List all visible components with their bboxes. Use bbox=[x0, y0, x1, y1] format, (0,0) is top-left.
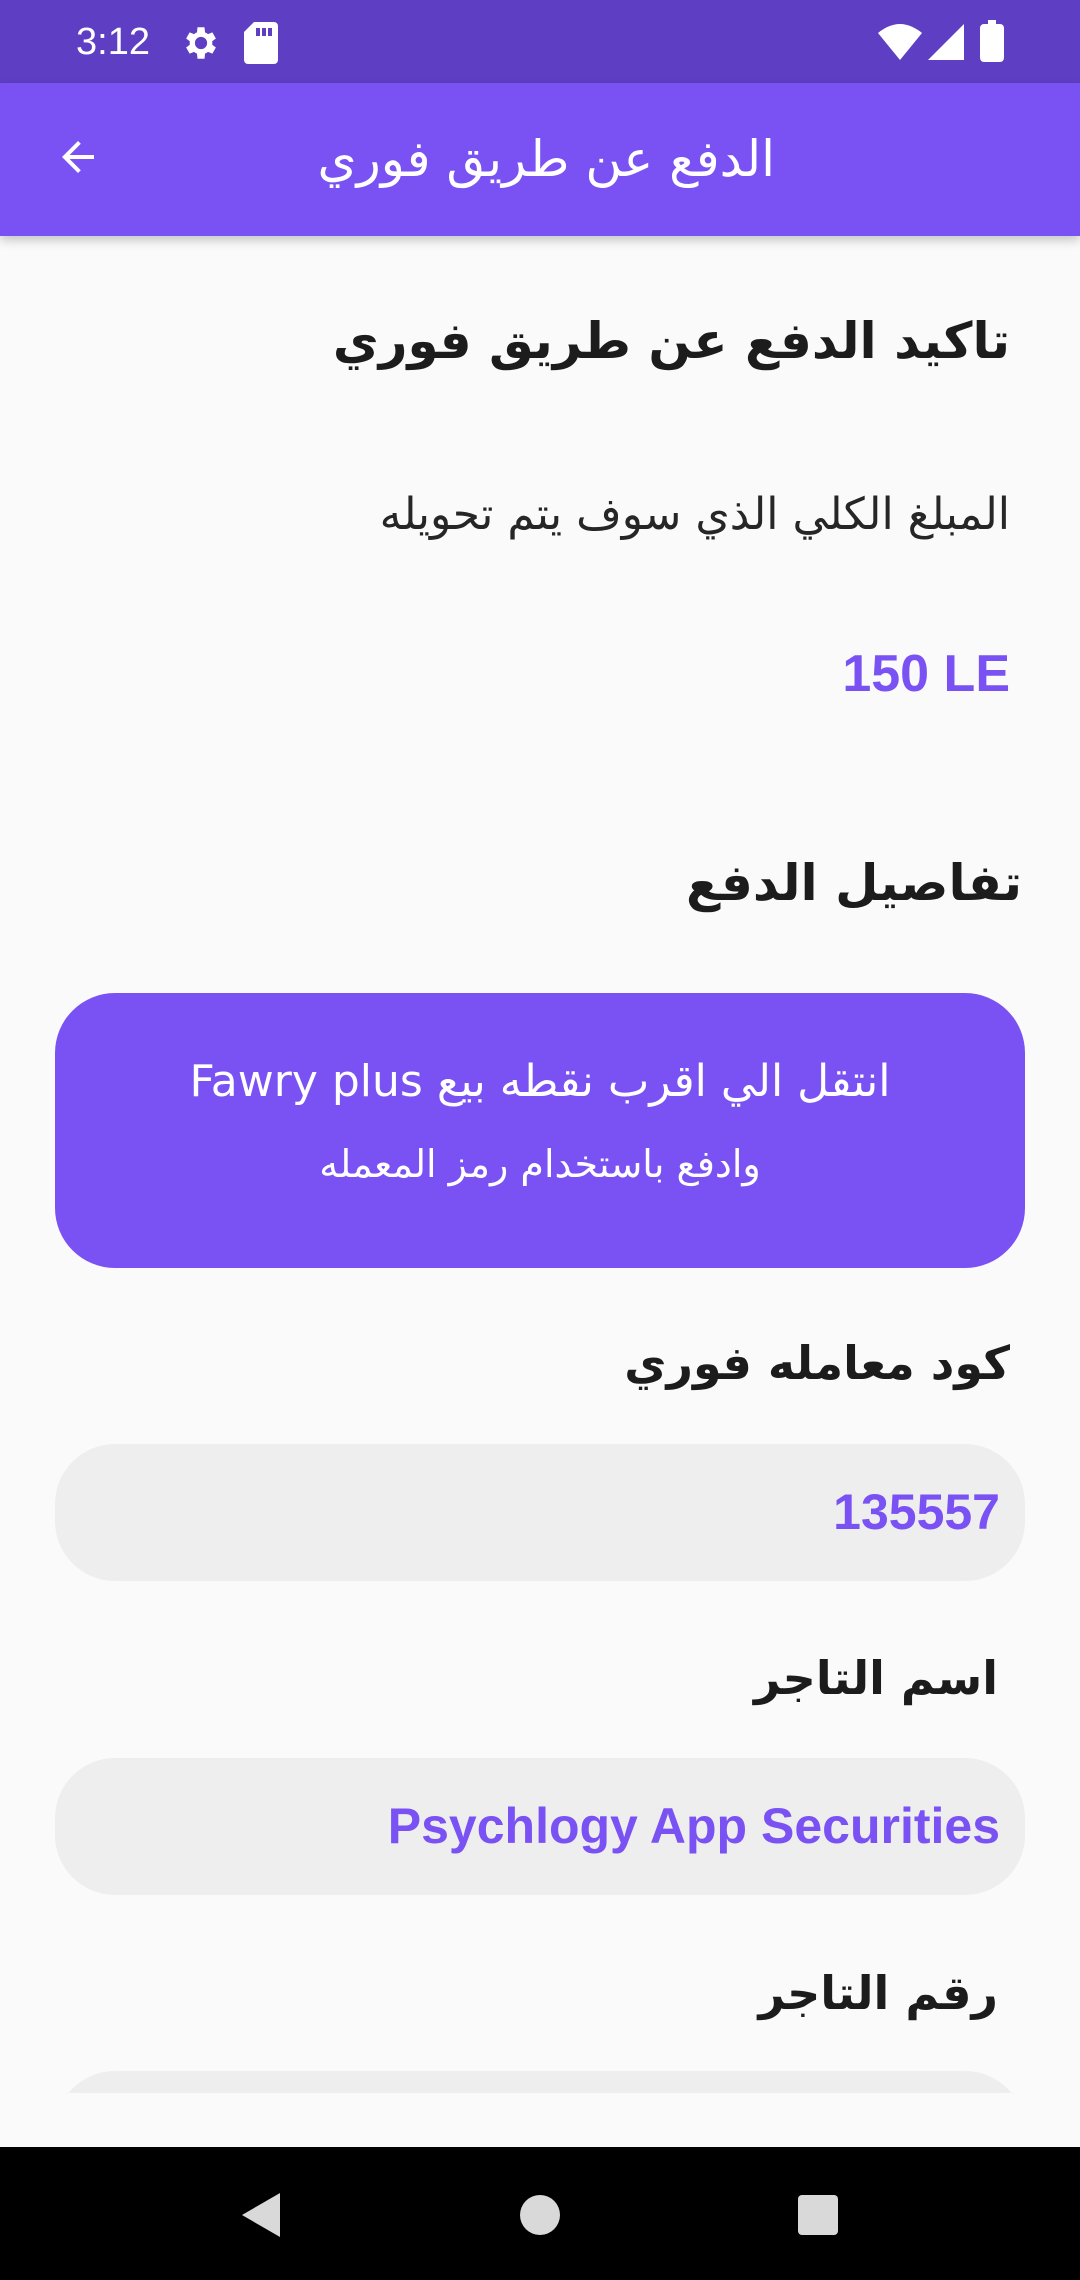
app-bar: الدفع عن طريق فوري bbox=[0, 83, 1080, 236]
transaction-code-value: 135557 bbox=[833, 1484, 1000, 1540]
merchant-number-field[interactable] bbox=[55, 2071, 1025, 2093]
confirmation-title: تاكيد الدفع عن طريق فوري bbox=[332, 312, 1010, 370]
merchant-name-field[interactable]: Psychlogy App Securities bbox=[55, 1758, 1025, 1895]
payment-details-title: تفاصيل الدفع bbox=[686, 854, 1022, 912]
gear-icon bbox=[180, 22, 222, 68]
sd-card-icon bbox=[244, 22, 278, 68]
merchant-number-label: رقم التاجر bbox=[758, 1966, 998, 2020]
signal-icon bbox=[928, 24, 964, 64]
status-time: 3:12 bbox=[76, 21, 150, 63]
merchant-name-label: اسم التاجر bbox=[754, 1651, 998, 1705]
navigation-bar bbox=[0, 2147, 1080, 2280]
back-button[interactable] bbox=[40, 121, 116, 197]
arrow-back-icon bbox=[54, 133, 102, 185]
status-bar: 3:12 bbox=[0, 0, 1080, 83]
instruction-line-1: انتقل الي اقرب نقطه بيع Fawry plus bbox=[189, 1056, 891, 1107]
merchant-name-value: Psychlogy App Securities bbox=[387, 1798, 1000, 1854]
total-amount-label: المبلغ الكلي الذي سوف يتم تحويله bbox=[379, 489, 1010, 540]
transaction-code-label: كود معامله فوري bbox=[624, 1336, 1010, 1390]
wifi-icon bbox=[878, 24, 922, 64]
content-area[interactable]: تاكيد الدفع عن طريق فوري المبلغ الكلي ال… bbox=[0, 236, 1080, 2093]
battery-icon bbox=[980, 20, 1004, 66]
page-title: الدفع عن طريق فوري bbox=[317, 130, 775, 188]
payment-instructions-card: انتقل الي اقرب نقطه بيع Fawry plus وادفع… bbox=[55, 993, 1025, 1268]
total-amount-value: 150 LE bbox=[842, 645, 1010, 703]
home-circle-icon[interactable] bbox=[510, 2185, 570, 2245]
transaction-code-field[interactable]: 135557 bbox=[55, 1444, 1025, 1581]
instruction-line-2: وادفع باستخدام رمز المعمله bbox=[319, 1142, 761, 1186]
back-triangle-icon[interactable] bbox=[230, 2185, 290, 2245]
recents-square-icon[interactable] bbox=[788, 2185, 848, 2245]
